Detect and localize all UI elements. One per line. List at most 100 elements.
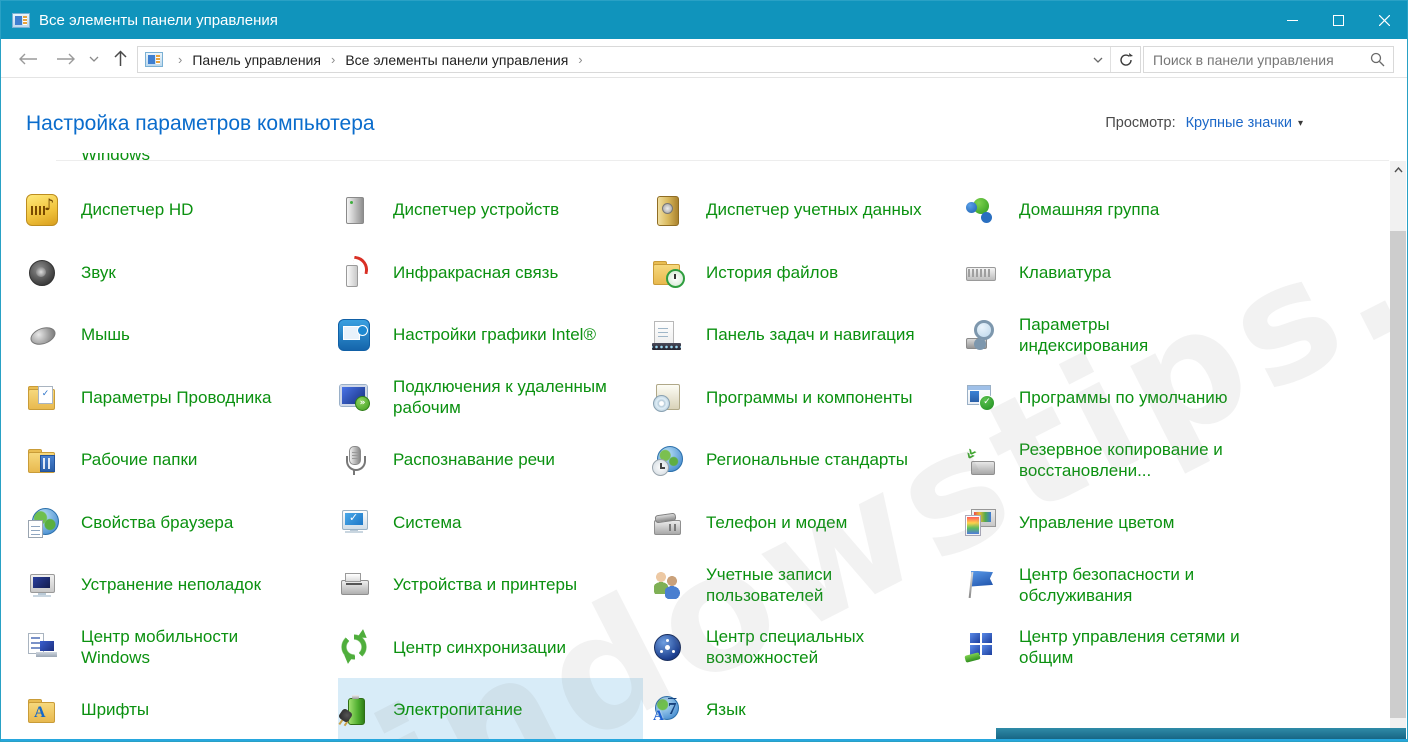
item-label: Центр безопасности и обслуживания xyxy=(1019,564,1241,606)
maximize-button[interactable] xyxy=(1315,1,1361,39)
item-file-history[interactable]: История файлов xyxy=(651,241,956,304)
item-power[interactable]: Электропитание xyxy=(338,678,643,739)
chevron-right-icon: › xyxy=(322,52,344,67)
item-default-programs[interactable]: Программы по умолчанию xyxy=(964,366,1269,429)
item-sound[interactable]: Звук xyxy=(26,241,331,304)
item-label: Управление цветом xyxy=(1019,512,1174,533)
work-folders-icon xyxy=(26,444,58,476)
control-panel-window: Все элементы панели управления xyxy=(0,0,1408,742)
breadcrumb-root-icon[interactable] xyxy=(145,52,163,67)
close-button[interactable] xyxy=(1361,1,1407,39)
view-value-link[interactable]: Крупные значки xyxy=(1186,115,1292,131)
search-input[interactable] xyxy=(1144,52,1370,68)
window-bottom-edge xyxy=(1,739,1407,741)
item-internet-options[interactable]: Свойства браузера xyxy=(26,491,331,554)
item-label: Центр управления сетями и общим xyxy=(1019,626,1241,668)
item-device-manager[interactable]: Диспетчер устройств xyxy=(338,178,643,241)
credential-manager-icon xyxy=(651,194,683,226)
item-network-center[interactable]: Центр управления сетями и общим xyxy=(964,616,1269,679)
breadcrumb-item-control-panel[interactable]: Панель управления xyxy=(191,52,322,68)
region-icon xyxy=(651,444,683,476)
item-label: Настройки графики Intel® xyxy=(393,324,596,345)
item-phone-modem[interactable]: Телефон и модем xyxy=(651,491,956,554)
file-history-icon xyxy=(651,256,683,288)
item-keyboard[interactable]: Клавиатура xyxy=(964,241,1269,304)
item-label: Учетные записи пользователей xyxy=(706,564,928,606)
item-label: Резервное копирование и восстановлени... xyxy=(1019,439,1241,481)
recent-pages-chevron[interactable] xyxy=(86,45,102,72)
item-label: Инфракрасная связь xyxy=(393,262,558,283)
breadcrumb-item-all-items[interactable]: Все элементы панели управления xyxy=(344,52,569,68)
address-bar[interactable]: › Панель управления › Все элементы панел… xyxy=(137,46,1141,73)
item-homegroup[interactable]: Домашняя группа xyxy=(964,178,1269,241)
content-viewport: Windows Диспетчер HD Диспетчер устройств… xyxy=(2,153,1389,739)
back-button[interactable] xyxy=(15,45,41,72)
item-speech[interactable]: Распознавание речи xyxy=(338,428,643,491)
security-center-icon xyxy=(964,569,996,601)
item-remote-desktop[interactable]: Подключения к удаленным рабочим xyxy=(338,366,643,429)
up-button[interactable] xyxy=(107,45,133,72)
device-manager-icon xyxy=(338,194,370,226)
network-center-icon xyxy=(964,631,996,663)
item-label: Свойства браузера xyxy=(81,512,233,533)
default-programs-icon xyxy=(964,381,996,413)
view-label: Просмотр: xyxy=(1105,115,1175,131)
item-user-accounts[interactable]: Учетные записи пользователей xyxy=(651,553,956,616)
control-panel-icon xyxy=(12,13,30,28)
item-backup[interactable]: Резервное копирование и восстановлени... xyxy=(964,428,1269,491)
item-label: Клавиатура xyxy=(1019,262,1111,283)
item-sync-center[interactable]: Центр синхронизации xyxy=(338,616,643,679)
item-troubleshooting[interactable]: Устранение неполадок xyxy=(26,553,331,616)
devices-printers-icon xyxy=(338,569,370,601)
ease-of-access-icon xyxy=(651,631,683,663)
sync-center-icon xyxy=(338,631,370,663)
item-system[interactable]: Система xyxy=(338,491,643,554)
item-label: Шрифты xyxy=(81,699,149,720)
item-label: Диспетчер устройств xyxy=(393,199,559,220)
item-color-management[interactable]: Управление цветом xyxy=(964,491,1269,554)
item-credential-manager[interactable]: Диспетчер учетных данных xyxy=(651,178,956,241)
item-language[interactable]: Язык xyxy=(651,678,956,739)
item-region[interactable]: Региональные стандарты xyxy=(651,428,956,491)
forward-button[interactable] xyxy=(53,45,79,72)
scroll-thumb[interactable] xyxy=(1390,231,1406,718)
speech-icon xyxy=(338,444,370,476)
search-box[interactable] xyxy=(1143,46,1394,73)
item-mobility-center[interactable]: Центр мобильности Windows xyxy=(26,616,331,679)
mouse-icon xyxy=(26,319,58,351)
item-label: Параметры индексирования xyxy=(1019,314,1241,356)
troubleshooting-icon xyxy=(26,569,58,601)
taskbar-icon xyxy=(651,319,683,351)
item-indexing[interactable]: Параметры индексирования xyxy=(964,303,1269,366)
refresh-button[interactable] xyxy=(1110,47,1140,72)
item-label: Центр специальных возможностей xyxy=(706,626,928,668)
item-programs-features[interactable]: Программы и компоненты xyxy=(651,366,956,429)
search-icon[interactable] xyxy=(1370,52,1385,67)
item-ease-of-access[interactable]: Центр специальных возможностей xyxy=(651,616,956,679)
keyboard-icon xyxy=(964,256,996,288)
vertical-scrollbar[interactable] xyxy=(1390,161,1406,728)
item-label: Диспетчер учетных данных xyxy=(706,199,922,220)
item-mouse[interactable]: Мышь xyxy=(26,303,331,366)
item-infrared[interactable]: Инфракрасная связь xyxy=(338,241,643,304)
language-icon xyxy=(651,694,683,726)
minimize-button[interactable] xyxy=(1269,1,1315,39)
explorer-options-icon xyxy=(26,381,58,413)
item-fonts[interactable]: Шрифты xyxy=(26,678,331,739)
item-devices-printers[interactable]: Устройства и принтеры xyxy=(338,553,643,616)
item-work-folders[interactable]: Рабочие папки xyxy=(26,428,331,491)
sound-icon xyxy=(26,256,58,288)
partial-item-label[interactable]: Windows xyxy=(81,153,150,165)
address-dropdown-chevron[interactable] xyxy=(1086,47,1110,72)
item-label: Программы по умолчанию xyxy=(1019,387,1228,408)
item-taskbar[interactable]: Панель задач и навигация xyxy=(651,303,956,366)
item-hd-audio-manager[interactable]: Диспетчер HD xyxy=(26,178,331,241)
scroll-up-button[interactable] xyxy=(1390,161,1406,178)
item-security-center[interactable]: Центр безопасности и обслуживания xyxy=(964,553,1269,616)
internet-options-icon xyxy=(26,506,58,538)
item-label: Центр синхронизации xyxy=(393,637,566,658)
item-explorer-options[interactable]: Параметры Проводника xyxy=(26,366,331,429)
caret-down-icon[interactable]: ▾ xyxy=(1298,118,1303,129)
item-intel-graphics[interactable]: Настройки графики Intel® xyxy=(338,303,643,366)
intel-graphics-icon xyxy=(338,319,370,351)
